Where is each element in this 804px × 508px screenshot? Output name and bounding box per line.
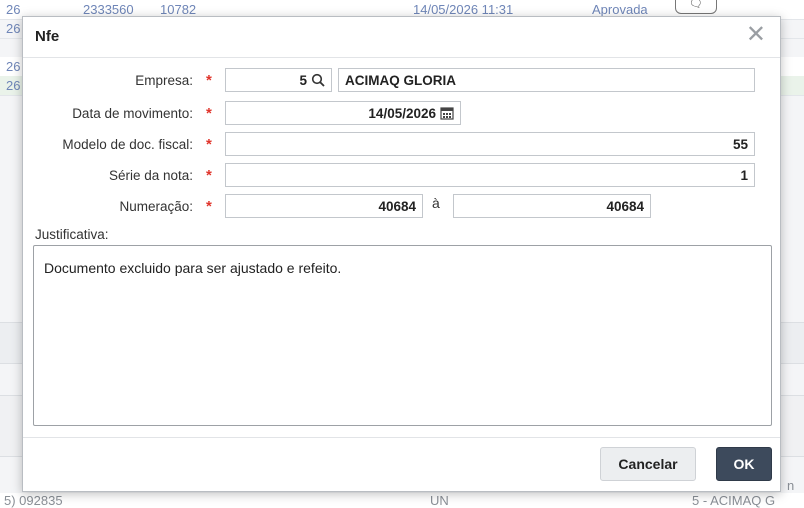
- empresa-row: Empresa: * 5 ACIMAQ GLORIA: [23, 68, 780, 94]
- close-icon[interactable]: ✕: [746, 23, 766, 47]
- bg-cell: 26: [6, 78, 21, 93]
- justificativa-label: Justificativa:: [35, 227, 109, 242]
- numeracao-label: Numeração:: [119, 199, 193, 214]
- chat-icon[interactable]: 🗨: [675, 0, 717, 14]
- cancel-button[interactable]: Cancelar: [600, 447, 696, 481]
- data-movimento-row: Data de movimento: * 14/05/2026: [23, 101, 780, 127]
- serie-value: 1: [740, 167, 748, 183]
- divider: [23, 57, 780, 58]
- empresa-label: Empresa:: [135, 73, 193, 88]
- empresa-code: 5: [299, 72, 307, 88]
- nfe-dialog: Nfe ✕ Empresa: * 5 ACIMAQ GLORIA Data de…: [22, 16, 781, 492]
- divider: [23, 437, 780, 438]
- bg-table-row: 5) 092835 UN 5 - ACIMAQ G: [0, 493, 804, 508]
- bg-cell: 26: [6, 59, 21, 74]
- justificativa-textarea[interactable]: Documento excluido para ser ajustado e r…: [33, 245, 772, 426]
- empresa-name-field: ACIMAQ GLORIA: [338, 68, 755, 92]
- ok-button[interactable]: OK: [716, 447, 772, 481]
- search-icon[interactable]: [311, 73, 325, 87]
- required-mark: *: [206, 198, 212, 215]
- bg-cell: 2333560: [83, 2, 134, 17]
- modelo-doc-label: Modelo de doc. fiscal:: [62, 137, 193, 152]
- bg-cell: 14/05/2026 11:31: [413, 2, 514, 17]
- required-mark: *: [206, 72, 212, 89]
- required-mark: *: [206, 167, 212, 184]
- modelo-doc-value: 55: [732, 136, 748, 152]
- numeracao-from-input[interactable]: 40684: [225, 194, 423, 218]
- bg-cell: 26: [6, 21, 21, 36]
- numeracao-to-value: 40684: [606, 198, 644, 214]
- dialog-title: Nfe: [35, 28, 60, 45]
- range-separator: à: [432, 195, 440, 211]
- serie-label: Série da nota:: [108, 168, 193, 183]
- required-mark: *: [206, 136, 212, 153]
- bg-cell: n: [787, 478, 795, 493]
- bg-status: Aprovada: [592, 2, 648, 17]
- data-movimento-input[interactable]: 14/05/2026: [225, 101, 461, 125]
- numeracao-to-input[interactable]: 40684: [453, 194, 651, 218]
- required-mark: *: [206, 105, 212, 122]
- numeracao-row: Numeração: * 40684 à 40684: [23, 194, 780, 220]
- serie-input[interactable]: 1: [225, 163, 755, 187]
- modelo-doc-row: Modelo de doc. fiscal: * 55: [23, 132, 780, 158]
- numeracao-from-value: 40684: [378, 198, 416, 214]
- serie-row: Série da nota: * 1: [23, 163, 780, 189]
- calendar-icon[interactable]: [440, 106, 454, 120]
- data-movimento-value: 14/05/2026: [368, 105, 436, 121]
- empresa-name: ACIMAQ GLORIA: [345, 72, 456, 88]
- empresa-code-input[interactable]: 5: [225, 68, 332, 92]
- data-movimento-label: Data de movimento:: [72, 106, 193, 121]
- bg-cell: 10782: [160, 2, 197, 17]
- bg-cell: 26: [6, 2, 21, 17]
- modelo-doc-input[interactable]: 55: [225, 132, 755, 156]
